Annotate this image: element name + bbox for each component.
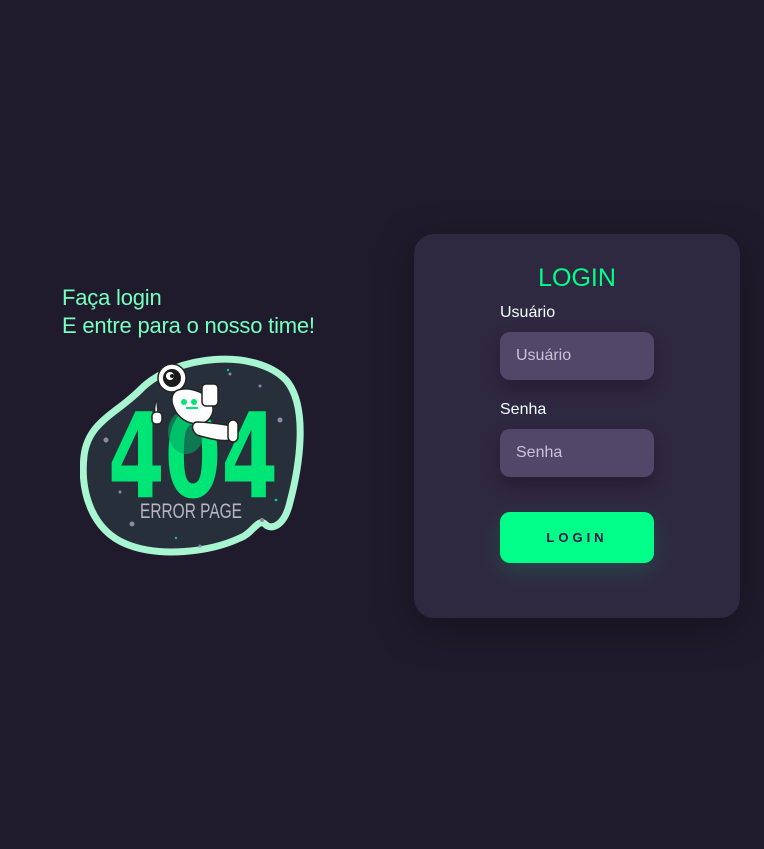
intro-line-2: E entre para o nosso time! xyxy=(62,313,315,338)
error-caption: ERROR PAGE xyxy=(140,500,242,523)
login-title: LOGIN xyxy=(538,264,616,292)
intro-line-1: Faça login xyxy=(62,285,162,310)
login-button[interactable]: LOGIN xyxy=(500,512,654,563)
login-page: Faça login E entre para o nosso time! 40… xyxy=(0,0,764,849)
login-card: LOGIN Usuário Senha LOGIN xyxy=(414,234,740,618)
username-input[interactable] xyxy=(500,332,654,380)
intro-headline: Faça login E entre para o nosso time! xyxy=(62,284,382,340)
password-label: Senha xyxy=(500,401,547,418)
username-label: Usuário xyxy=(500,304,556,321)
error-404-illustration: 404 ERROR PAGE xyxy=(80,355,304,556)
password-input[interactable] xyxy=(500,429,654,477)
intro-section: Faça login E entre para o nosso time! xyxy=(62,284,382,340)
